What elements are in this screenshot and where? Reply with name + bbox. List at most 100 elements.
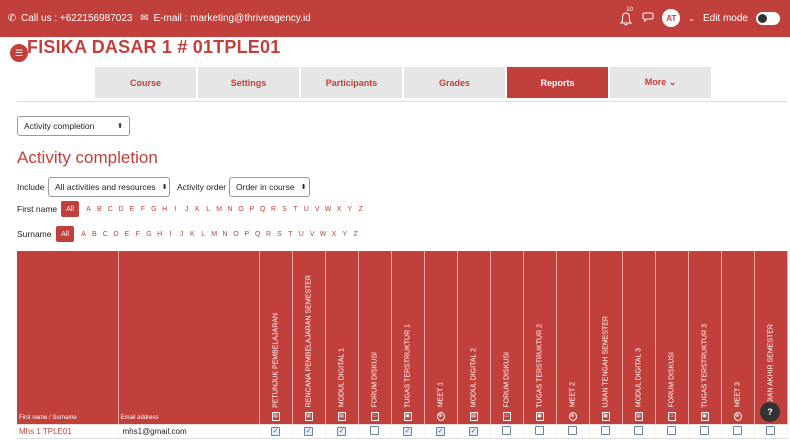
activity-name[interactable]: UJIAN AKHIR SEMESTER — [767, 324, 774, 408]
include-select[interactable]: All activities and resources ⬍ — [48, 177, 170, 197]
surname-letter-e[interactable]: E — [122, 231, 133, 238]
firstname-letter-t[interactable]: T — [290, 206, 301, 213]
activity-name[interactable]: MEET 1 — [437, 382, 444, 407]
firstname-letter-u[interactable]: U — [301, 206, 312, 213]
activity-name[interactable]: FORUM DISKUSI — [371, 352, 378, 408]
incomplete-checkbox-icon[interactable] — [601, 425, 610, 435]
column-header-activity[interactable]: FORUM DISKUSI ▭ — [358, 251, 392, 425]
completed-checkbox-icon[interactable]: ✓ — [271, 427, 280, 436]
edit-mode-toggle[interactable] — [756, 11, 780, 25]
column-header-name[interactable]: First name / Surname — [17, 251, 119, 425]
column-header-activity[interactable]: RENCANA PEMBELAJARAN SEMESTER ▤ — [292, 251, 326, 425]
firstname-letter-s[interactable]: S — [279, 206, 290, 213]
firstname-all-button[interactable]: All — [61, 201, 79, 217]
firstname-letter-f[interactable]: F — [137, 206, 148, 213]
firstname-letter-x[interactable]: X — [333, 206, 344, 213]
column-header-activity[interactable]: MEET 2 ⊕ — [556, 251, 590, 425]
surname-letter-p[interactable]: P — [241, 231, 252, 238]
notifications-bell-icon[interactable]: 10 — [620, 7, 634, 27]
surname-letter-j[interactable]: J — [176, 231, 187, 238]
firstname-letter-n[interactable]: N — [225, 206, 236, 213]
activity-order-select[interactable]: Order in course ⬍ — [229, 177, 310, 197]
column-header-activity[interactable]: FORUM DISKUSI ▭ — [655, 251, 689, 425]
activity-name[interactable]: FORUM DISKUSI — [503, 352, 510, 408]
firstname-letter-e[interactable]: E — [127, 206, 138, 213]
column-header-activity[interactable]: UJIAN AKHIR SEMESTER▣ — [754, 251, 788, 425]
activity-name[interactable]: TUGAS TERSTRUKTUR 3 — [701, 324, 708, 408]
tab-grades[interactable]: Grades — [404, 67, 505, 98]
help-button[interactable]: ? — [760, 402, 780, 422]
user-menu-chevron-icon[interactable]: ⌄ — [688, 14, 695, 23]
firstname-letter-d[interactable]: D — [116, 206, 127, 213]
column-header-activity[interactable]: TUGAS TERSTRUKTUR 2 ▣ — [523, 251, 557, 425]
column-header-activity[interactable]: PETUNJUK PEMBELAJARAN ▤ — [259, 251, 293, 425]
firstname-letter-c[interactable]: C — [105, 206, 116, 213]
incomplete-checkbox-icon[interactable] — [568, 425, 577, 435]
firstname-letter-a[interactable]: A — [83, 206, 94, 213]
incomplete-checkbox-icon[interactable] — [502, 425, 511, 435]
incomplete-checkbox-icon[interactable] — [634, 425, 643, 435]
surname-letter-i[interactable]: I — [165, 231, 176, 238]
activity-name[interactable]: RENCANA PEMBELAJARAN SEMESTER — [305, 275, 312, 407]
firstname-letter-w[interactable]: W — [323, 206, 334, 213]
surname-letter-x[interactable]: X — [328, 231, 339, 238]
firstname-letter-k[interactable]: K — [192, 206, 203, 213]
incomplete-checkbox-icon[interactable] — [733, 425, 742, 435]
incomplete-checkbox-icon[interactable] — [535, 425, 544, 435]
column-header-activity[interactable]: MEET 1 ⊕ — [424, 251, 458, 425]
surname-letter-f[interactable]: F — [132, 231, 143, 238]
firstname-letter-q[interactable]: Q — [257, 206, 268, 213]
activity-name[interactable]: MODUL DIGITAL 2 — [470, 348, 477, 407]
completed-checkbox-icon[interactable]: ✓ — [436, 427, 445, 436]
surname-letter-v[interactable]: V — [307, 231, 318, 238]
firstname-letter-p[interactable]: P — [246, 206, 257, 213]
firstname-letter-g[interactable]: G — [148, 206, 159, 213]
surname-letter-n[interactable]: N — [220, 231, 231, 238]
surname-letter-q[interactable]: Q — [252, 231, 263, 238]
firstname-letter-y[interactable]: Y — [344, 206, 355, 213]
surname-all-button[interactable]: All — [56, 226, 74, 242]
student-name-link[interactable]: Mhs 1 TPLE01 — [17, 424, 119, 439]
report-selector[interactable]: Activity completion ⬍ — [17, 116, 130, 136]
firstname-letter-v[interactable]: V — [312, 206, 323, 213]
completed-checkbox-icon[interactable]: ✓ — [469, 427, 478, 436]
surname-letter-g[interactable]: G — [143, 231, 154, 238]
surname-letter-z[interactable]: Z — [350, 231, 361, 238]
column-header-email[interactable]: Email address — [118, 251, 260, 425]
column-header-activity[interactable]: MEET 3 ⊕ — [721, 251, 755, 425]
firstname-letter-r[interactable]: R — [268, 206, 279, 213]
incomplete-checkbox-icon[interactable] — [766, 425, 775, 435]
incomplete-checkbox-icon[interactable] — [700, 425, 709, 435]
column-header-activity[interactable]: FORUM DISKUSI ▭ — [490, 251, 524, 425]
activity-name[interactable]: MEET 3 — [734, 382, 741, 407]
surname-letter-c[interactable]: C — [100, 231, 111, 238]
column-header-activity[interactable]: TUGAS TERSTRUKTUR 3 ▣ — [688, 251, 722, 425]
firstname-letter-j[interactable]: J — [181, 206, 192, 213]
incomplete-checkbox-icon[interactable] — [370, 425, 379, 435]
activity-name[interactable]: FORUM DISKUSI — [668, 352, 675, 408]
activity-name[interactable]: MODUL DIGITAL 3 — [635, 348, 642, 407]
tab-settings[interactable]: Settings — [198, 67, 299, 98]
firstname-letter-h[interactable]: H — [159, 206, 170, 213]
surname-letter-l[interactable]: L — [198, 231, 209, 238]
column-header-activity[interactable]: MODUL DIGITAL 2 ▤ — [457, 251, 491, 425]
activity-name[interactable]: MODUL DIGITAL 1 — [338, 348, 345, 407]
email-text[interactable]: E-mail : marketing@thriveagency.id — [153, 13, 310, 24]
surname-letter-o[interactable]: O — [230, 231, 241, 238]
surname-letter-d[interactable]: D — [111, 231, 122, 238]
activity-name[interactable]: MEET 2 — [569, 382, 576, 407]
surname-letter-t[interactable]: T — [285, 231, 296, 238]
firstname-letter-l[interactable]: L — [203, 206, 214, 213]
completed-checkbox-icon[interactable]: ✓ — [337, 427, 346, 436]
surname-letter-y[interactable]: Y — [339, 231, 350, 238]
firstname-letter-m[interactable]: M — [214, 206, 225, 213]
completed-checkbox-icon[interactable]: ✓ — [304, 427, 313, 436]
column-header-activity[interactable]: MODUL DIGITAL 1 ▤ — [325, 251, 359, 425]
tab-more[interactable]: More ⌄ — [610, 67, 711, 98]
column-header-activity[interactable]: TUGAS TERSTRUKTUR 1 ▣ — [391, 251, 425, 425]
column-header-activity[interactable]: UJIAN TENGAH SEMESTER ▣ — [589, 251, 623, 425]
course-index-drawer-icon[interactable]: ☰ — [10, 44, 28, 62]
firstname-letter-z[interactable]: Z — [355, 206, 366, 213]
activity-name[interactable]: UJIAN TENGAH SEMESTER — [602, 316, 609, 408]
firstname-letter-i[interactable]: I — [170, 206, 181, 213]
